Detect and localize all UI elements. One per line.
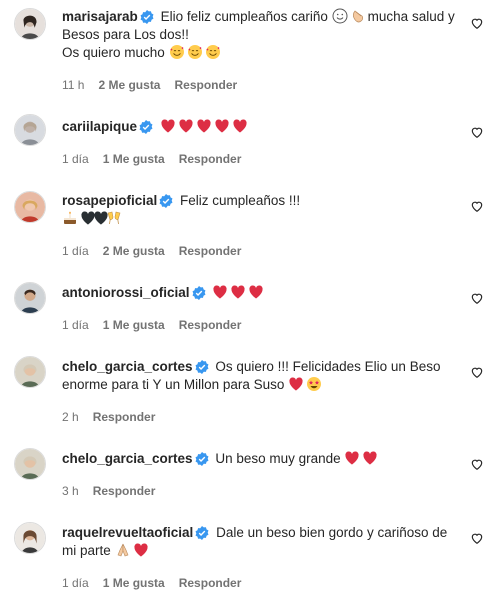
red-heart-emoji-icon xyxy=(196,118,212,134)
like-heart-icon[interactable] xyxy=(470,199,484,213)
likes-count[interactable]: 1 Me gusta xyxy=(103,318,165,332)
reply-button[interactable]: Responder xyxy=(179,152,242,166)
comment-text: marisajarab Elio feliz cumpleaños cariño… xyxy=(62,8,462,62)
comment-text-line: Os quiero mucho xyxy=(62,45,165,60)
red-heart-emoji-icon xyxy=(248,284,264,300)
smiling-face-with-hearts-emoji-icon xyxy=(169,44,185,60)
verified-badge-icon xyxy=(195,526,209,540)
comment-time[interactable]: 1 día xyxy=(62,576,89,590)
like-heart-icon[interactable] xyxy=(470,365,484,379)
avatar[interactable] xyxy=(14,191,46,223)
verified-badge-icon xyxy=(195,360,209,374)
like-heart-icon[interactable] xyxy=(470,16,484,30)
verified-badge-icon xyxy=(192,286,206,300)
comment-time[interactable]: 1 día xyxy=(62,244,89,258)
comment-text: chelo_garcia_cortes Un beso muy grande xyxy=(62,450,462,468)
avatar[interactable] xyxy=(14,356,46,388)
reply-button[interactable]: Responder xyxy=(179,576,242,590)
reply-button[interactable]: Responder xyxy=(93,410,156,424)
likes-count[interactable]: 2 Me gusta xyxy=(98,78,160,92)
red-heart-emoji-icon xyxy=(178,118,194,134)
like-heart-icon[interactable] xyxy=(470,457,484,471)
comment-time[interactable]: 11 h xyxy=(62,78,84,92)
username[interactable]: raquelrevueltaoficial xyxy=(62,525,193,540)
username[interactable]: chelo_garcia_cortes xyxy=(62,359,193,374)
red-heart-emoji-icon xyxy=(214,118,230,134)
smiling-face-with-hearts-emoji-icon xyxy=(205,44,221,60)
black-heart-emoji-icon xyxy=(80,210,95,226)
comment-meta: 1 día 2 Me gusta Responder xyxy=(62,244,255,258)
reply-button[interactable]: Responder xyxy=(93,484,156,498)
username[interactable]: chelo_garcia_cortes xyxy=(62,451,193,466)
comment-meta: 11 h 2 Me gusta Responder xyxy=(62,78,251,92)
comment-text-part: Un beso muy grande xyxy=(215,451,341,466)
verified-badge-icon xyxy=(139,120,153,134)
likes-count[interactable]: 1 Me gusta xyxy=(103,152,165,166)
likes-count[interactable]: 1 Me gusta xyxy=(103,576,165,590)
avatar[interactable] xyxy=(14,282,46,314)
reply-button[interactable]: Responder xyxy=(174,78,237,92)
red-heart-emoji-icon xyxy=(133,542,149,558)
slight-smile-emoji-icon xyxy=(332,8,348,24)
comment-time[interactable]: 1 día xyxy=(62,152,89,166)
comment-text-part: Elio feliz cumpleaños cariño xyxy=(160,9,332,24)
clinking-glasses-emoji-icon xyxy=(106,210,122,226)
clapping-hands-emoji-icon xyxy=(350,8,366,24)
red-heart-emoji-icon xyxy=(232,118,248,134)
comment-meta: 1 día 1 Me gusta Responder xyxy=(62,152,255,166)
red-heart-emoji-icon xyxy=(362,450,378,466)
avatar[interactable] xyxy=(14,8,46,40)
red-heart-emoji-icon xyxy=(230,284,246,300)
comment-meta: 1 día 1 Me gusta Responder xyxy=(62,318,255,332)
comment-text: chelo_garcia_cortes Os quiero !!! Felici… xyxy=(62,358,462,394)
username[interactable]: antoniorossi_oficial xyxy=(62,285,190,300)
verified-badge-icon xyxy=(140,10,154,24)
comment-text: rosapepioficial Feliz cumpleaños !!! xyxy=(62,192,462,228)
verified-badge-icon xyxy=(195,452,209,466)
comment-text: cariilapique xyxy=(62,118,462,136)
username[interactable]: rosapepioficial xyxy=(62,193,157,208)
avatar[interactable] xyxy=(14,522,46,554)
black-heart-emoji-icon xyxy=(93,210,108,226)
smiling-face-with-hearts-emoji-icon xyxy=(187,44,203,60)
red-heart-emoji-icon xyxy=(344,450,360,466)
reply-button[interactable]: Responder xyxy=(179,318,242,332)
comment-meta: 3 h Responder xyxy=(62,484,169,498)
red-heart-emoji-icon xyxy=(288,376,304,392)
avatar[interactable] xyxy=(14,114,46,146)
birthday-cake-emoji-icon xyxy=(62,210,78,226)
comment-text-part: Os quiero !!! Felicidades Elio un Beso xyxy=(215,359,441,374)
likes-count[interactable]: 2 Me gusta xyxy=(103,244,165,258)
comment-text-line: enorme para ti Y un Millon para Suso xyxy=(62,377,285,392)
comment-time[interactable]: 2 h xyxy=(62,410,79,424)
red-heart-emoji-icon xyxy=(160,118,176,134)
comment-meta: 2 h Responder xyxy=(62,410,169,424)
red-heart-emoji-icon xyxy=(212,284,228,300)
avatar[interactable] xyxy=(14,448,46,480)
comment-text-part: mucha salud y xyxy=(367,9,455,24)
folded-hands-emoji-icon xyxy=(115,542,131,558)
like-heart-icon[interactable] xyxy=(470,125,484,139)
like-heart-icon[interactable] xyxy=(470,291,484,305)
comment-time[interactable]: 1 día xyxy=(62,318,89,332)
star-struck-emoji-icon xyxy=(306,376,322,392)
comment-time[interactable]: 3 h xyxy=(62,484,79,498)
comment-text-line: mi parte xyxy=(62,543,111,558)
username[interactable]: cariilapique xyxy=(62,119,137,134)
like-heart-icon[interactable] xyxy=(470,531,484,545)
comment-text-line: Besos para Los dos!! xyxy=(62,27,189,42)
comment-text: antoniorossi_oficial xyxy=(62,284,462,302)
verified-badge-icon xyxy=(159,194,173,208)
username[interactable]: marisajarab xyxy=(62,9,138,24)
comment-text-part: Dale un beso bien gordo y cariñoso de xyxy=(216,525,448,540)
reply-button[interactable]: Responder xyxy=(179,244,242,258)
comment-text-part: Feliz cumpleaños !!! xyxy=(180,193,301,208)
comment-text: raquelrevueltaoficial Dale un beso bien … xyxy=(62,524,462,560)
comment-meta: 1 día 1 Me gusta Responder xyxy=(62,576,255,590)
